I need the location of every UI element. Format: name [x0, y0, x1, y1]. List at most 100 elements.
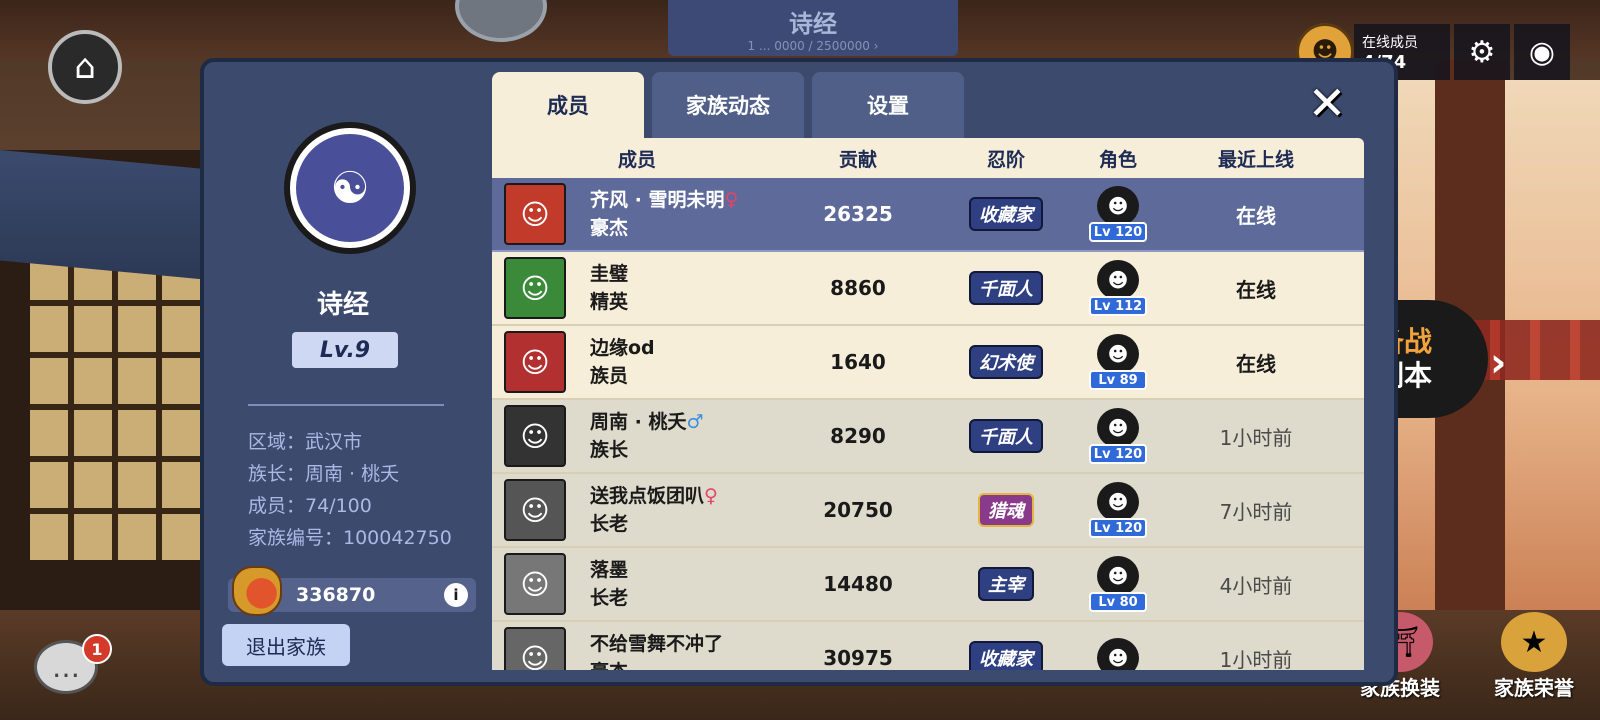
role-portrait-icon: ☻ [1097, 408, 1139, 448]
header-rank: 忍阶 [986, 148, 1025, 171]
tab-family-news[interactable]: 家族动态 [652, 72, 804, 138]
member-cell: ☺ 边缘od 族员 [492, 331, 782, 393]
member-cell: ☺ 周南 · 桃夭♂ 族长 [492, 405, 782, 467]
role-cell: ☻ Lv 80 [1078, 556, 1158, 612]
role-portrait-icon: ☻ [1097, 260, 1139, 300]
rank-badge: 千面人 [969, 419, 1043, 453]
role-level: Lv 120 [1089, 222, 1147, 242]
member-avatar[interactable]: ☺ [504, 331, 566, 393]
member-title: 豪杰 [590, 658, 723, 670]
member-avatar[interactable]: ☺ [504, 405, 566, 467]
member-last-online: 7小时前 [1219, 499, 1293, 524]
settings-button[interactable]: ⚙ [1454, 24, 1510, 80]
info-icon[interactable]: i [444, 583, 468, 607]
member-names: 送我点饭团叭♀ 长老 [590, 482, 718, 538]
rank-cell: 千面人 [934, 271, 1078, 305]
rank-cell: 千面人 [934, 419, 1078, 453]
member-last-online: 在线 [1236, 351, 1276, 376]
table-row[interactable]: ☺ 齐风 · 雪明未明♀ 豪杰 26325 收藏家 ☻ Lv 120 在线 [492, 178, 1364, 252]
member-last-online: 4小时前 [1219, 573, 1293, 598]
rank-cell: 主宰 [934, 567, 1078, 601]
table-row[interactable]: ☺ 圭璧精英 8860 千面人 ☻ Lv 112 在线 [492, 252, 1364, 326]
role-level: Lv 112 [1089, 296, 1147, 316]
member-names: 周南 · 桃夭♂ 族长 [590, 408, 704, 464]
member-title: 族员 [590, 365, 629, 387]
member-title: 精英 [590, 291, 629, 313]
table-row[interactable]: ☺ 送我点饭团叭♀ 长老 20750 猎魂 ☻ Lv 120 7小时前 [492, 474, 1364, 548]
member-contribution: 8860 [830, 276, 886, 300]
member-name: 送我点饭团叭♀ [590, 485, 718, 507]
member-title: 豪杰 [590, 217, 629, 239]
family-name: 诗经 [316, 290, 369, 320]
member-last-online: 在线 [1236, 203, 1276, 228]
rank-badge: 收藏家 [969, 197, 1043, 231]
member-contribution: 26325 [823, 202, 893, 226]
member-names: 圭璧 精英 [590, 260, 628, 316]
close-button[interactable]: ✕ [1304, 80, 1350, 126]
role-level: Lv 80 [1089, 592, 1147, 612]
header-role: 角色 [1098, 148, 1137, 171]
family-honor-button[interactable]: ★ 家族荣誉 [1484, 612, 1584, 701]
member-names: 齐风 · 雪明未明♀ 豪杰 [590, 186, 738, 242]
view-button[interactable]: ◉ [1514, 24, 1570, 80]
close-icon: ✕ [1307, 76, 1347, 130]
member-contribution: 14480 [823, 572, 893, 596]
quit-family-button[interactable]: 退出家族 [222, 624, 350, 666]
role-portrait-icon: ☻ [1097, 638, 1139, 670]
member-names: 不给雪舞不冲了豪杰 [590, 630, 723, 670]
table-row[interactable]: ☺ 边缘od 族员 1640 幻术使 ☻ Lv 89 在线 [492, 326, 1364, 400]
female-icon: ♀ [704, 485, 718, 507]
role-portrait-icon: ☻ [1097, 482, 1139, 522]
member-title: 长老 [590, 587, 629, 609]
member-contribution: 1640 [830, 350, 886, 374]
chat-icon: … [52, 650, 80, 684]
tab-members[interactable]: 成员 [492, 72, 644, 138]
member-contribution: 30975 [823, 646, 893, 670]
shoji-window [30, 260, 200, 560]
role-cell: ☻ Lv 89 [1078, 334, 1158, 390]
table-row[interactable]: ☺ 周南 · 桃夭♂ 族长 8290 千面人 ☻ Lv 120 1小时前 [492, 400, 1364, 474]
emblem-icon: ☯ [296, 134, 404, 242]
member-contribution: 8290 [830, 424, 886, 448]
member-avatar[interactable]: ☺ [504, 479, 566, 541]
table-row[interactable]: ☺ 不给雪舞不冲了豪杰 30975 收藏家 ☻ 1小时前 [492, 622, 1364, 670]
rank-badge: 主宰 [978, 567, 1034, 601]
family-level: Lv.9 [292, 332, 398, 368]
member-avatar[interactable]: ☺ [504, 627, 566, 670]
member-last-online: 在线 [1236, 277, 1276, 302]
family-emblem[interactable]: ☯ [284, 122, 416, 254]
eye-icon: ◉ [1528, 34, 1556, 70]
table-row[interactable]: ☺ 落墨 长老 14480 主宰 ☻ Lv 80 4小时前 [492, 548, 1364, 622]
rank-cell: 收藏家 [934, 641, 1078, 670]
tab-settings[interactable]: 设置 [812, 72, 964, 138]
rank-cell: 幻术使 [934, 345, 1078, 379]
chevron-right-icon[interactable]: › [1490, 340, 1506, 386]
role-level: Lv 89 [1089, 370, 1147, 390]
member-avatar[interactable]: ☺ [504, 183, 566, 245]
family-top-banner[interactable]: 诗经 1 ... 0000 / 2500000 › [668, 0, 958, 56]
member-avatar[interactable]: ☺ [504, 257, 566, 319]
member-table: 成员 贡献 忍阶 角色 最近上线 ☺ 齐风 · 雪明未明♀ 豪杰 26325 收藏家 ☻ L… [492, 138, 1364, 670]
family-region: 区域：武汉市 [248, 431, 363, 453]
role-level: Lv 120 [1089, 444, 1147, 464]
tab-bar: 成员 家族动态 设置 [492, 72, 972, 138]
funds-value: 336870 [296, 584, 376, 606]
role-level: Lv 120 [1089, 518, 1147, 538]
chat-badge: 1 [82, 634, 112, 664]
family-members: 成员：74/100 [248, 495, 372, 517]
rank-badge: 幻术使 [969, 345, 1043, 379]
curtain [0, 150, 210, 280]
role-portrait-icon: ☻ [1097, 334, 1139, 374]
home-button[interactable]: ⌂ [48, 30, 122, 104]
family-details: 区域：武汉市 族长：周南 · 桃夭 成员：74/100 家族编号：1000427… [248, 426, 452, 554]
member-avatar[interactable]: ☺ [504, 553, 566, 615]
member-name: 圭璧 [590, 263, 629, 285]
header-contribution: 贡献 [838, 148, 877, 171]
family-info-sidebar: ☯ 诗经 Lv.9 区域：武汉市 族长：周南 · 桃夭 成员：74/100 家族… [212, 62, 476, 682]
female-icon: ♀ [724, 189, 739, 211]
header-last-online: 最近上线 [1217, 148, 1294, 171]
male-icon: ♂ [686, 411, 704, 433]
member-cell: ☺ 送我点饭团叭♀ 长老 [492, 479, 782, 541]
member-name: 周南 · 桃夭♂ [590, 411, 704, 433]
member-cell: ☺ 不给雪舞不冲了豪杰 [492, 627, 782, 670]
